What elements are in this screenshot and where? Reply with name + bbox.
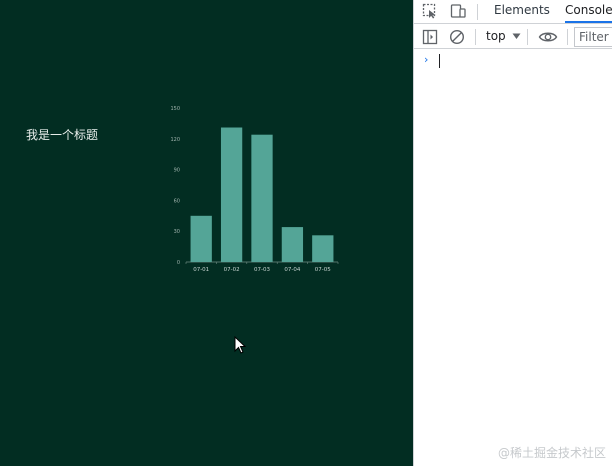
console-input-caret[interactable] <box>439 54 440 68</box>
sidebar-toggle-icon[interactable] <box>422 29 438 45</box>
console-toolbar: top <box>414 25 612 49</box>
filter-input[interactable] <box>574 27 612 47</box>
tab-console[interactable]: Console <box>565 0 612 23</box>
bar <box>281 227 304 262</box>
x-tick-label: 07-05 <box>315 267 331 273</box>
context-label: top <box>486 29 506 43</box>
toolbar-divider <box>527 29 528 45</box>
tab-divider <box>477 4 478 20</box>
bar <box>312 235 334 262</box>
eye-icon[interactable] <box>538 30 558 44</box>
y-tick-label: 0 <box>177 260 180 266</box>
mouse-cursor-icon <box>234 336 246 354</box>
toolbar-divider <box>475 29 476 45</box>
x-tick-label: 07-04 <box>284 267 300 273</box>
x-tick-label: 07-01 <box>193 267 209 273</box>
inspect-icon[interactable] <box>422 3 438 19</box>
toolbar-divider <box>567 29 568 45</box>
devtools-panel: Elements Console top › @稀土掘金技术社区 <box>413 0 612 466</box>
dropdown-arrow-icon <box>512 33 521 39</box>
page-title: 我是一个标题 <box>26 128 99 142</box>
y-tick-label: 60 <box>174 198 180 204</box>
y-tick-label: 90 <box>174 168 180 174</box>
device-toggle-icon[interactable] <box>450 3 466 19</box>
clear-console-icon[interactable] <box>449 29 465 45</box>
y-tick-label: 30 <box>174 229 180 235</box>
context-selector[interactable]: top <box>486 28 521 45</box>
console-prompt-icon: › <box>424 53 429 66</box>
rendered-page: 我是一个标题 0 30 60 90 120 150 07-01 07-02 07-03 07-04… <box>0 0 413 466</box>
y-tick-label: 150 <box>170 106 180 112</box>
bar <box>220 127 243 262</box>
x-tick-label: 07-03 <box>254 267 270 273</box>
x-tick-label: 07-02 <box>224 267 240 273</box>
bar <box>190 215 212 262</box>
bar-chart: 0 30 60 90 120 150 07-01 07-02 07-03 07-04 07-05 <box>170 106 339 273</box>
y-tick-label: 120 <box>170 137 180 143</box>
tab-elements[interactable]: Elements <box>494 0 550 23</box>
watermark: @稀土掘金技术社区 <box>497 446 606 460</box>
devtools-tabbar: Elements Console <box>414 0 612 24</box>
bar <box>251 134 273 262</box>
